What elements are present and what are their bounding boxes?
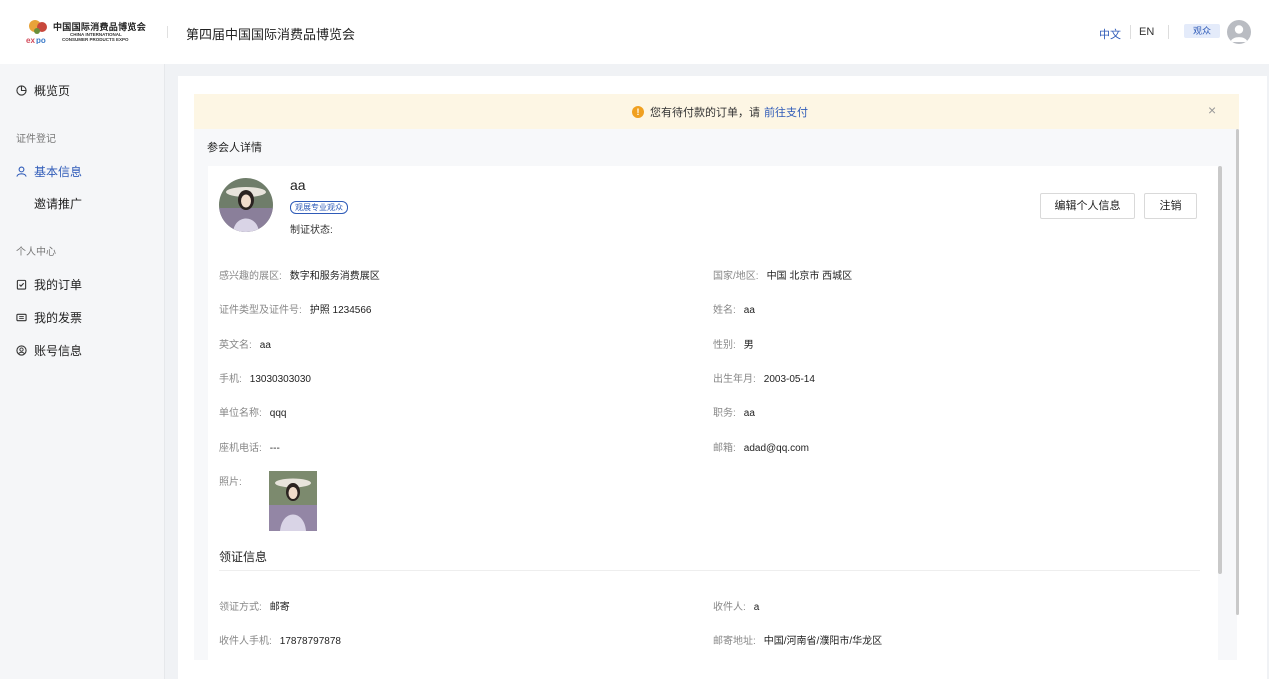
field-interest-area: 感兴趣的展区: 数字和服务消费展区 bbox=[219, 271, 380, 282]
field-company: 单位名称: qqq bbox=[219, 408, 287, 419]
field-position: 职务: aa bbox=[713, 408, 755, 419]
top-header: ex po 中国国际消费品博览会 CHINA INTERNATIONAL CON… bbox=[0, 0, 1269, 64]
section-divider bbox=[219, 570, 1200, 571]
cert-status-label: 制证状态: bbox=[290, 225, 333, 236]
user-avatar[interactable] bbox=[1227, 20, 1251, 44]
sidebar-item-invite[interactable]: 邀请推广 bbox=[34, 195, 82, 212]
field-id-document: 证件类型及证件号: 护照 1234566 bbox=[219, 305, 372, 316]
visitor-type-tag: 观展专业观众 bbox=[290, 201, 348, 214]
sidebar-item-basic-info[interactable]: 基本信息 bbox=[16, 163, 82, 180]
payment-notice-bar: ! 您有待付款的订单，请 前往支付 × bbox=[194, 94, 1239, 129]
field-country-region: 国家/地区: 中国 北京市 西城区 bbox=[713, 271, 853, 282]
user-avatar-icon bbox=[1230, 25, 1248, 42]
attendee-avatar bbox=[219, 178, 273, 232]
sidebar-group-register: 证件登记 bbox=[16, 134, 56, 145]
clipboard-check-icon bbox=[16, 279, 27, 290]
lang-zh-link[interactable]: 中文 bbox=[1099, 26, 1121, 42]
svg-text:ex: ex bbox=[26, 36, 35, 44]
attendee-photo[interactable] bbox=[269, 471, 317, 531]
deregister-button[interactable]: 注销 bbox=[1144, 193, 1197, 219]
expo-logo[interactable]: ex po 中国国际消费品博览会 CHINA INTERNATIONAL CON… bbox=[26, 18, 146, 46]
field-recipient: 收件人: a bbox=[713, 602, 760, 613]
field-pickup-method: 领证方式: 邮寄 bbox=[219, 602, 290, 613]
warning-icon: ! bbox=[632, 106, 644, 118]
field-landline: 座机电话: --- bbox=[219, 443, 280, 454]
sidebar-item-label: 我的发票 bbox=[34, 311, 83, 325]
inner-scrollbar[interactable] bbox=[1218, 166, 1222, 574]
sidebar-item-label: 概览页 bbox=[34, 84, 71, 98]
field-email: 邮箱: adad@qq.com bbox=[713, 443, 809, 454]
lang-separator bbox=[1168, 25, 1169, 39]
sidebar-item-my-invoices[interactable]: 我的发票 bbox=[16, 309, 82, 326]
edit-profile-button[interactable]: 编辑个人信息 bbox=[1040, 193, 1135, 219]
sidebar-item-my-orders[interactable]: 我的订单 bbox=[16, 276, 82, 293]
field-gender: 性别: 男 bbox=[713, 340, 754, 351]
sidebar-group-personal: 个人中心 bbox=[16, 247, 56, 258]
field-english-name: 英文名: aa bbox=[219, 340, 271, 351]
attendee-name: aa bbox=[290, 177, 306, 193]
section-title: 参会人详情 bbox=[207, 142, 262, 154]
field-phone: 手机: 13030303030 bbox=[219, 374, 311, 385]
sidebar-item-label: 账号信息 bbox=[34, 344, 83, 358]
notice-text: 您有待付款的订单，请 bbox=[650, 107, 760, 119]
go-pay-link[interactable]: 前往支付 bbox=[764, 104, 808, 120]
close-icon[interactable]: × bbox=[1208, 103, 1216, 117]
sidebar-item-label: 我的订单 bbox=[34, 278, 83, 292]
logo-en-line2: CONSUMER PRODUCTS EXPO bbox=[62, 37, 129, 42]
sidebar-item-overview[interactable]: 概览页 bbox=[16, 82, 70, 99]
lang-en-link[interactable]: EN bbox=[1139, 26, 1154, 38]
role-badge: 观众 bbox=[1184, 24, 1220, 38]
svg-text:po: po bbox=[36, 36, 46, 44]
sidebar-item-label: 基本信息 bbox=[34, 165, 83, 179]
outer-scrollbar[interactable] bbox=[1236, 129, 1239, 615]
field-photo: 照片: bbox=[219, 477, 242, 488]
header-divider bbox=[167, 26, 168, 38]
sidebar-item-account-info[interactable]: 账号信息 bbox=[16, 342, 82, 359]
pie-chart-icon bbox=[16, 85, 27, 96]
lang-separator bbox=[1130, 25, 1131, 39]
field-name: 姓名: aa bbox=[713, 305, 755, 316]
notice-message: ! 您有待付款的订单，请 前往支付 bbox=[632, 104, 808, 120]
field-mail-address: 邮寄地址: 中国/河南省/濮阳市/华龙区 bbox=[713, 636, 883, 647]
portrait-image-icon bbox=[219, 178, 273, 232]
pickup-section-title: 领证信息 bbox=[219, 550, 268, 564]
expo-emblem-icon: ex po bbox=[26, 20, 47, 44]
sidebar bbox=[0, 64, 165, 679]
site-title: 第四届中国国际消费品博览会 bbox=[186, 27, 356, 42]
user-icon bbox=[16, 166, 27, 177]
field-recipient-phone: 收件人手机: 17878797878 bbox=[219, 636, 341, 647]
account-circle-icon bbox=[16, 345, 27, 356]
ticket-icon bbox=[16, 313, 27, 322]
field-birthdate: 出生年月: 2003-05-14 bbox=[713, 374, 815, 385]
portrait-photo-icon bbox=[269, 471, 317, 531]
